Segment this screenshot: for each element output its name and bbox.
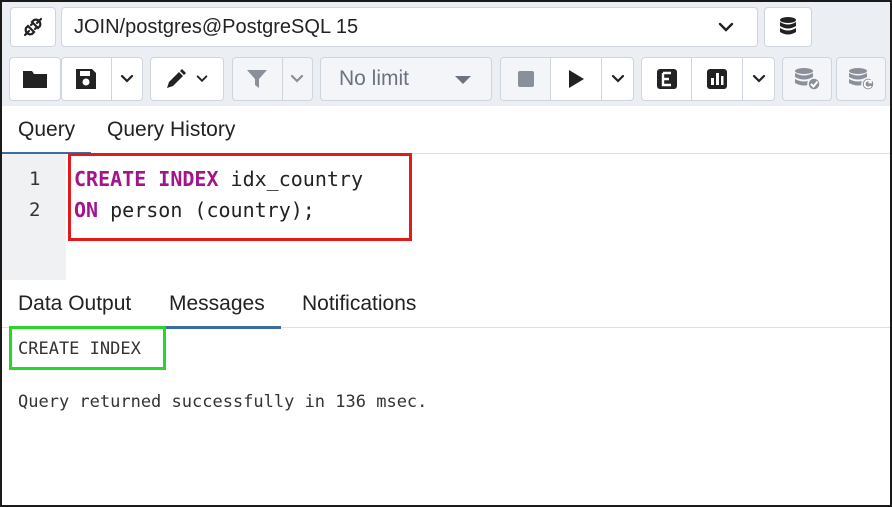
save-button-group <box>61 57 143 101</box>
rollback-button[interactable] <box>836 57 886 101</box>
chevron-down-icon <box>611 74 624 83</box>
edit-button[interactable] <box>150 57 224 101</box>
db-rollback-icon <box>849 68 875 91</box>
editor-tabs: Query Query History <box>2 106 890 155</box>
filter-icon <box>247 70 268 88</box>
connection-label: JOIN/postgres@PostgreSQL 15 <box>74 15 359 38</box>
tab-query-history-label: Query History <box>107 118 236 141</box>
chart-icon <box>707 69 728 89</box>
explain-button[interactable] <box>642 58 691 100</box>
tab-query[interactable]: Query <box>2 106 92 155</box>
chevron-down-icon <box>752 74 765 83</box>
open-file-button[interactable] <box>9 57 61 101</box>
tab-data-output-label: Data Output <box>18 292 132 315</box>
result-highlight-box <box>9 326 166 370</box>
filter-button[interactable] <box>233 58 282 100</box>
tab-notifications-label: Notifications <box>302 292 417 315</box>
line-number: 2 <box>29 199 41 221</box>
tab-data-output[interactable]: Data Output <box>18 280 131 328</box>
filter-button-group <box>232 57 313 101</box>
chevron-down-icon <box>120 74 133 83</box>
new-connection-button[interactable] <box>764 7 812 47</box>
play-icon <box>569 70 585 88</box>
stop-icon <box>517 71 534 87</box>
commit-button[interactable] <box>782 57 832 101</box>
plug-icon <box>23 17 43 37</box>
tab-messages-label: Messages <box>169 292 265 315</box>
explain-dropdown-button[interactable] <box>742 58 774 100</box>
connection-select[interactable]: JOIN/postgres@PostgreSQL 15 <box>61 7 758 47</box>
folder-icon <box>23 71 47 88</box>
message-status: Query returned successfully in 136 msec. <box>18 392 428 412</box>
chevron-down-icon <box>196 75 208 83</box>
chevron-down-icon <box>718 22 734 32</box>
save-icon <box>76 69 97 89</box>
toolbar: JOIN/postgres@PostgreSQL 15 No limit <box>2 2 890 106</box>
row-limit-label: No limit <box>339 67 410 90</box>
tab-notifications[interactable]: Notifications <box>302 280 416 328</box>
execute-button-group <box>500 57 634 101</box>
chevron-down-icon <box>291 74 304 83</box>
tab-query-history[interactable]: Query History <box>107 106 235 154</box>
tab-query-label: Query <box>18 118 76 141</box>
db-check-icon <box>795 68 821 91</box>
pgadmin-query-tool: JOIN/postgres@PostgreSQL 15 No limit Que… <box>0 0 892 507</box>
caret-down-icon <box>455 76 471 84</box>
execute-dropdown-button[interactable] <box>601 58 633 100</box>
pen-icon <box>167 69 186 88</box>
line-number: 1 <box>29 168 41 190</box>
save-dropdown-button[interactable] <box>110 58 142 100</box>
explain-analyze-button[interactable] <box>691 58 742 100</box>
save-button[interactable] <box>62 58 111 100</box>
explain-icon <box>656 69 677 89</box>
tab-messages[interactable]: Messages <box>153 280 281 329</box>
filter-dropdown-button[interactable] <box>281 58 312 100</box>
explain-button-group <box>641 57 775 101</box>
stop-button[interactable] <box>501 58 551 100</box>
query-highlight-box <box>68 153 412 241</box>
output-tabs: Data Output Messages Notifications <box>2 280 890 329</box>
execute-button[interactable] <box>550 58 601 100</box>
row-limit-select[interactable]: No limit <box>320 57 492 101</box>
database-icon <box>780 17 796 35</box>
connection-status-button[interactable] <box>10 7 56 47</box>
